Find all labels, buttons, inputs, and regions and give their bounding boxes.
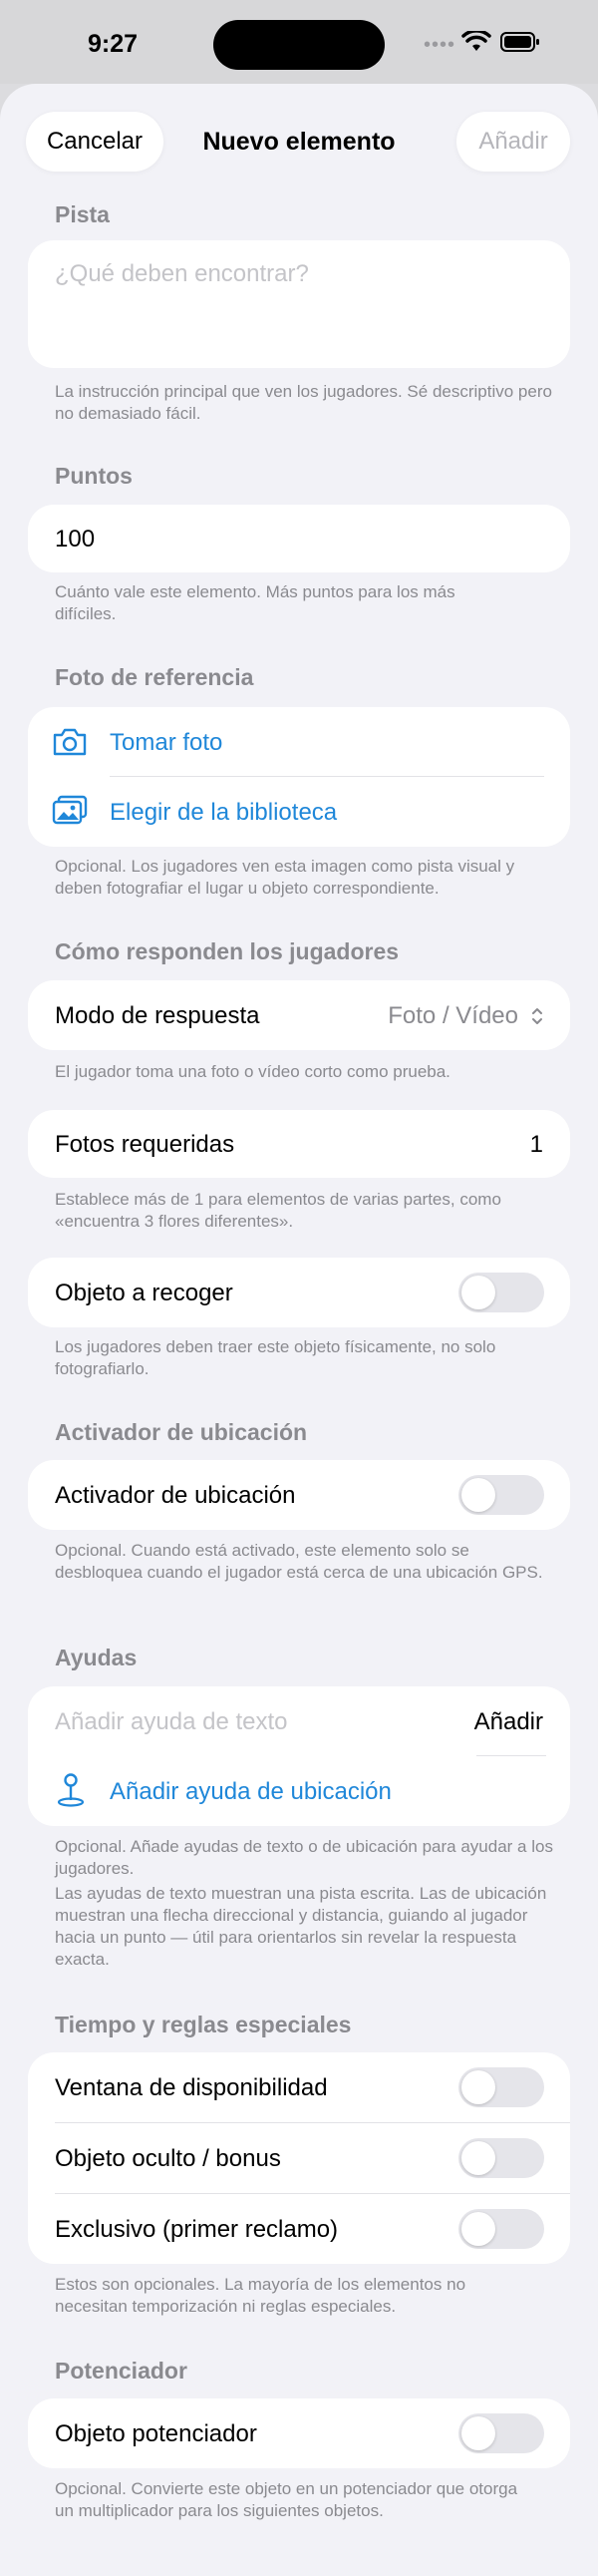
hints-card: Añadir ayuda de texto Añadir Añadir ayud… [28, 1686, 570, 1826]
points-footnote: Cuánto vale este elemento. Más puntos pa… [55, 582, 455, 623]
add-location-hint-button[interactable]: Añadir ayuda de ubicación [28, 1756, 570, 1826]
hidden-bonus-label: Objeto oculto / bonus [55, 2145, 281, 2172]
section-header-ayudas: Ayudas [55, 1645, 138, 1670]
power-up-label: Objeto potenciador [55, 2420, 257, 2447]
text-hint-add-button[interactable]: Añadir [474, 1708, 543, 1736]
section-header-respuesta: Cómo responden los jugadores [55, 938, 400, 964]
availability-window-toggle[interactable] [458, 2067, 544, 2107]
clue-footnote: La instrucción principal que ven los jug… [55, 382, 552, 423]
clue-text-area[interactable]: ¿Qué deben encontrar? [28, 240, 570, 368]
required-photos-label: Fotos requeridas [55, 1131, 235, 1158]
collect-item-label: Objeto a recoger [55, 1280, 233, 1306]
required-photos-footnote: Establece más de 1 para elementos de var… [55, 1190, 501, 1231]
photo-footnote: Opcional. Los jugadores ven esta imagen … [55, 857, 515, 898]
map-pin-icon [57, 1773, 85, 1807]
nav-bar: Cancelar Nuevo elemento Añadir [0, 84, 598, 201]
required-photos-row[interactable]: Fotos requeridas 1 [28, 1110, 570, 1178]
add-button[interactable]: Añadir [456, 112, 570, 172]
take-photo-label: Tomar foto [110, 729, 223, 756]
points-field[interactable]: 100 [28, 505, 570, 572]
response-mode-label: Modo de respuesta [55, 1002, 260, 1029]
section-header-ubicacion: Activador de ubicación [55, 1419, 308, 1445]
power-up-footnote: Opcional. Convierte este objeto en un po… [55, 2479, 518, 2520]
chevron-up-down-icon [532, 1008, 542, 1024]
exclusive-label: Exclusivo (primer reclamo) [55, 2216, 339, 2243]
response-mode-footnote: El jugador toma una foto o vídeo corto c… [55, 1062, 450, 1081]
location-trigger-footnote: Opcional. Cuando está activado, este ele… [55, 1541, 543, 1582]
time-rules-footnote: Estos son opcionales. La mayoría de los … [55, 2275, 466, 2316]
battery-icon [500, 32, 539, 52]
wifi-icon [461, 31, 491, 51]
required-photos-value: 1 [529, 1131, 543, 1158]
section-header-foto: Foto de referencia [55, 664, 254, 690]
cellular-signal-icon: •••• [424, 34, 456, 56]
exclusive-row: Exclusivo (primer reclamo) [28, 2194, 570, 2264]
collect-item-footnote: Los jugadores deben traer este objeto fí… [55, 1337, 496, 1378]
new-item-sheet: Cancelar Nuevo elemento Añadir Pista ¿Qu… [0, 84, 598, 2576]
power-up-row: Objeto potenciador [28, 2398, 570, 2468]
section-header-puntos: Puntos [55, 463, 133, 489]
choose-library-label: Elegir de la biblioteca [110, 799, 338, 826]
photo-library-icon [52, 795, 88, 825]
power-up-toggle[interactable] [458, 2413, 544, 2453]
availability-window-row: Ventana de disponibilidad [28, 2052, 570, 2122]
section-header-tiempo: Tiempo y reglas especiales [55, 2012, 352, 2037]
collect-item-toggle[interactable] [458, 1273, 544, 1312]
location-trigger-toggle[interactable] [458, 1475, 544, 1515]
exclusive-toggle[interactable] [458, 2209, 544, 2249]
hidden-bonus-toggle[interactable] [458, 2138, 544, 2178]
dynamic-island [213, 20, 385, 70]
response-mode-picker[interactable]: Modo de respuesta Foto / Vídeo [28, 980, 570, 1050]
reference-photo-card: Tomar foto Elegir de la biblioteca [28, 707, 570, 847]
location-trigger-label: Activador de ubicación [55, 1482, 296, 1509]
points-value: 100 [55, 526, 96, 552]
hints-footnote-2: Las ayudas de texto muestran una pista e… [55, 1884, 547, 1969]
response-mode-value: Foto / Vídeo [388, 1002, 518, 1029]
camera-icon [53, 728, 87, 756]
status-bar: 9:27 •••• [0, 0, 598, 84]
choose-library-button[interactable]: Elegir de la biblioteca [28, 777, 570, 847]
time-rules-card: Ventana de disponibilidad Objeto oculto … [28, 2052, 570, 2264]
status-time: 9:27 [88, 30, 139, 58]
take-photo-button[interactable]: Tomar foto [28, 707, 570, 777]
availability-window-label: Ventana de disponibilidad [55, 2074, 328, 2101]
hints-footnote-1: Opcional. Añade ayudas de texto o de ubi… [55, 1837, 553, 1878]
hidden-bonus-row: Objeto oculto / bonus [28, 2123, 570, 2193]
text-hint-input[interactable]: Añadir ayuda de texto [55, 1708, 288, 1736]
collect-item-row: Objeto a recoger [28, 1258, 570, 1327]
clue-placeholder: ¿Qué deben encontrar? [55, 260, 309, 287]
add-location-hint-label: Añadir ayuda de ubicación [110, 1778, 392, 1805]
location-trigger-row: Activador de ubicación [28, 1460, 570, 1530]
section-header-pista: Pista [55, 201, 110, 227]
section-header-potenciador: Potenciador [55, 2358, 187, 2384]
